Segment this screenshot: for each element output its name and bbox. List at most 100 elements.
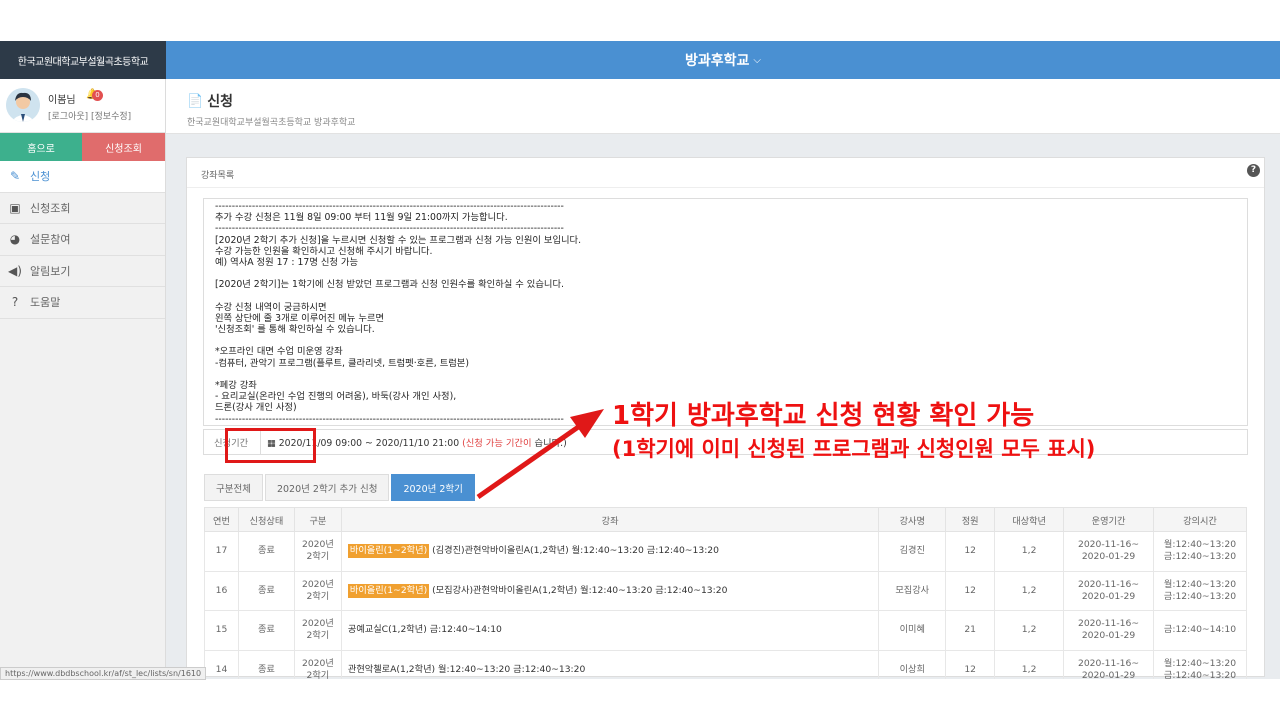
term-year: 2020년 <box>301 657 334 669</box>
panel-title: 강좌목록 <box>201 171 235 181</box>
cell-status: 종료 <box>237 649 295 679</box>
home-button[interactable]: 홈으로 <box>0 133 82 161</box>
chevron-down-icon[interactable]: ⌵ <box>753 55 761 66</box>
time-2: 금:12:40~13:20 <box>1163 669 1237 679</box>
notice-box: ----------------------------------------… <box>203 198 1248 426</box>
sidebar-item-apply[interactable]: ✎ 신청 <box>0 161 165 193</box>
avatar <box>6 88 40 122</box>
course-tag: 바이올린(1~2학년) <box>347 544 430 559</box>
annotation-line-1: 1학기 방과후학교 신청 현황 확인 가능 <box>612 401 1035 431</box>
question-icon: ? <box>11 295 19 310</box>
tab-2020-semester-2[interactable]: 2020년 2학기 <box>391 474 475 501</box>
pie-chart-icon: ◕ <box>9 232 21 247</box>
sidebar-item-help[interactable]: ? 도움말 <box>0 287 165 319</box>
time-1: 월:12:40~13:20 <box>1163 578 1237 590</box>
period-start: 2020-11-16~ <box>1077 539 1140 551</box>
cell-term: 2020년 2학기 <box>293 649 342 679</box>
tab-additional-application[interactable]: 2020년 2학기 추가 신청 <box>264 474 390 501</box>
notice-line: *오프라인 대면 수업 미운영 강좌 <box>215 346 343 358</box>
notice-line: 예) 역사A 정원 17 : 17명 신청 가능 <box>215 256 358 268</box>
view-application-button[interactable]: 신청조회 <box>82 133 165 161</box>
cell-grade: 1,2 <box>994 531 1065 572</box>
notice-line <box>215 335 1236 346</box>
cell-time: 월:12:40~13:20 금:12:40~13:20 <box>1152 570 1248 611</box>
tab-all[interactable]: 구분전체 <box>204 474 263 501</box>
period-end: 2020-01-29 <box>1081 630 1136 642</box>
notice-line: ----------------------------------------… <box>215 201 564 212</box>
time-2: 금:12:40~13:20 <box>1163 590 1237 602</box>
period-end: 2020-01-29 <box>1081 669 1136 679</box>
cell-grade: 1,2 <box>994 610 1065 651</box>
sidebar: 이봄님 🔔 0 [로그아웃] [정보수정] 홈으로 신청조회 ✎ 신청 ▣ 신청… <box>0 79 166 679</box>
table-row[interactable]: 16 종료 2020년 2학기 바이올린(1~2학년) (모집강사)관현악바이올린… <box>204 570 1248 611</box>
table-row[interactable]: 17 종료 2020년 2학기 바이올린(1~2학년) (김경진)관현악바이올린A… <box>204 531 1248 572</box>
cell-course: 공예교실C(1,2학년) 금:12:40~14:10 <box>340 610 880 651</box>
course-tag: 바이올린(1~2학년) <box>347 583 430 598</box>
course-link[interactable]: 공예교실C(1,2학년) 금:12:40~14:10 <box>348 624 502 635</box>
column-header: 운영기간 <box>1063 507 1154 532</box>
top-nav[interactable]: 방과후학교 ⌵ <box>166 41 1280 79</box>
cell-teacher: 모집강사 <box>878 570 947 611</box>
cell-term: 2020년 2학기 <box>293 531 342 572</box>
cell-capacity: 12 <box>945 570 996 611</box>
document-icon: 📄 <box>187 93 204 109</box>
page-title: 신청 <box>207 94 233 110</box>
help-icon[interactable]: ? <box>1247 164 1260 177</box>
nav-title[interactable]: 방과후학교 <box>685 50 749 70</box>
page-header: 📄 신청 한국교원대학교부설월곡초등학교 방과후학교 <box>166 79 1280 134</box>
main-content: 📄 신청 한국교원대학교부설월곡초등학교 방과후학교 강좌목록 ? ------… <box>166 79 1280 679</box>
school-name[interactable]: 한국교원대학교부설월곡초등학교 <box>0 41 166 79</box>
edit-icon: ✎ <box>9 169 21 184</box>
cell-time: 월:12:40~13:20 금:12:40~13:20 <box>1152 649 1248 679</box>
user-links[interactable]: [로그아웃] [정보수정] <box>48 109 131 122</box>
term-semester: 2학기 <box>306 590 330 602</box>
cell-period: 2020-11-16~ 2020-01-29 <box>1063 649 1154 679</box>
course-link[interactable]: (김경진)관현악바이올린A(1,2학년) 월:12:40~13:20 금:12:… <box>432 545 719 556</box>
period-status-end: 습니다.) <box>534 438 567 449</box>
term-semester: 2학기 <box>306 630 330 642</box>
notice-line: *폐강 강좌 <box>215 380 257 391</box>
course-link[interactable]: (모집강사)관현악바이올린A(1,2학년) 월:12:40~13:20 금:12… <box>432 585 727 596</box>
cell-course: 바이올린(1~2학년) (모집강사)관현악바이올린A(1,2학년) 월:12:4… <box>340 570 880 611</box>
table-row[interactable]: 14 종료 2020년 2학기 관현악첼로A(1,2학년) 월:12:40~13:… <box>204 649 1248 679</box>
column-header: 연번 <box>204 507 239 532</box>
column-header: 강사명 <box>878 507 947 532</box>
cell-teacher: 이미혜 <box>878 610 947 651</box>
cell-number: 16 <box>204 570 239 611</box>
speaker-icon: ◀) <box>8 263 22 278</box>
course-link[interactable]: 관현악첼로A(1,2학년) 월:12:40~13:20 금:12:40~13:2… <box>348 664 585 675</box>
sidebar-item-view[interactable]: ▣ 신청조회 <box>0 193 165 224</box>
period-end: 2020-01-29 <box>1081 590 1136 602</box>
notice-line: 추가 수강 신청은 11월 8일 09:00 부터 11월 9일 21:00까지… <box>215 212 508 224</box>
column-header: 강의시간 <box>1152 507 1248 532</box>
term-year: 2020년 <box>301 578 334 590</box>
cell-capacity: 21 <box>945 610 996 651</box>
notice-line: [2020년 2학기 추가 신청]을 누르시면 신청할 수 있는 프로그램과 신… <box>215 234 582 246</box>
cell-teacher: 이상희 <box>878 649 947 679</box>
column-header: 신청상태 <box>237 507 295 532</box>
column-header: 대상학년 <box>994 507 1065 532</box>
sidebar-item-notices[interactable]: ◀) 알림보기 <box>0 256 165 287</box>
app-window: 한국교원대학교부설월곡초등학교 방과후학교 ⌵ 이봄님 🔔 0 [로그아웃] [… <box>0 41 1280 679</box>
term-year: 2020년 <box>301 539 334 551</box>
cell-course: 관현악첼로A(1,2학년) 월:12:40~13:20 금:12:40~13:2… <box>340 649 880 679</box>
course-table: 연번 신청상태 구분 강좌 강사명 정원 대상학년 운영기간 강의시간 17 종 <box>204 507 1248 679</box>
period-end: 2020-01-29 <box>1081 551 1136 563</box>
notice-line: 수강 가능한 인원을 확인하시고 신청해 주시기 바랍니다. <box>215 245 433 257</box>
sidebar-item-label: 신청 <box>30 170 51 184</box>
notice-line: ----------------------------------------… <box>215 223 564 235</box>
time-1: 금:12:40~14:10 <box>1163 624 1237 636</box>
cell-number: 14 <box>204 649 239 679</box>
table-row[interactable]: 15 종료 2020년 2학기 공예교실C(1,2학년) 금:12:40~14:1… <box>204 610 1248 651</box>
notice-line: [2020년 2학기]는 1학기에 신청 받았던 프로그램과 신청 인원수를 확… <box>215 279 564 291</box>
time-1: 월:12:40~13:20 <box>1163 539 1237 551</box>
notice-line: -컴퓨터, 관악기 프로그램(플루트, 클라리넷, 트럼펫·호른, 트럼본) <box>215 357 469 369</box>
column-header: 강좌 <box>340 507 880 532</box>
notice-line <box>215 268 1236 279</box>
tab-bar: 구분전체 2020년 2학기 추가 신청 2020년 2학기 <box>204 474 477 501</box>
cell-teacher: 김경진 <box>878 531 947 572</box>
notice-line <box>215 369 1236 380</box>
column-header: 구분 <box>293 507 342 532</box>
period-status: (신청 가능 기간이 <box>462 438 532 449</box>
sidebar-item-survey[interactable]: ◕ 설문참여 <box>0 224 165 256</box>
